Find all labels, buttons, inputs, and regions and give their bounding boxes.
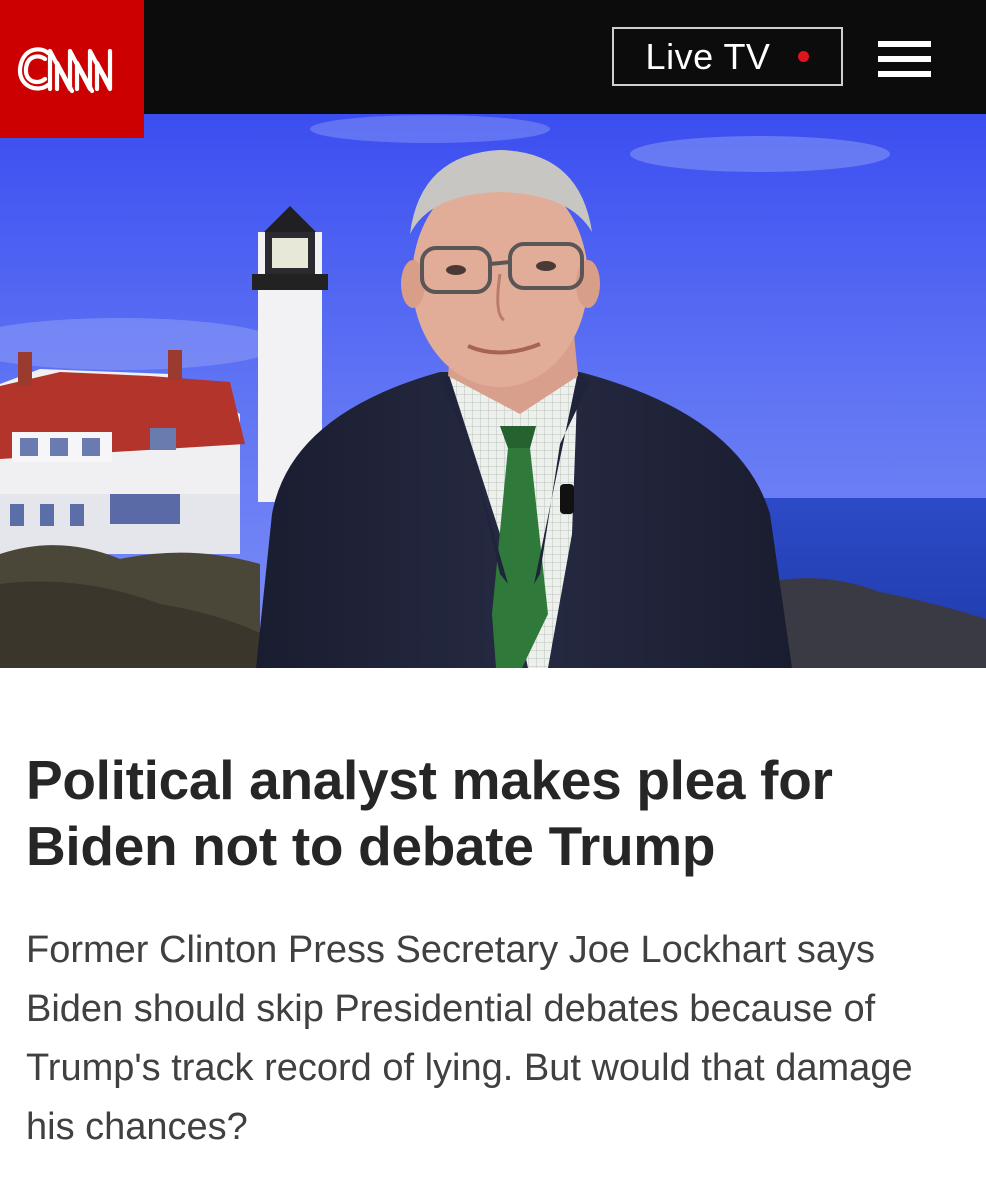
hero-video-still[interactable] (0, 114, 986, 668)
article-headline[interactable]: Political analyst makes plea for Biden n… (26, 747, 966, 879)
live-indicator-dot-icon (798, 51, 810, 62)
article-description: Former Clinton Press Secretary Joe Lockh… (26, 929, 913, 1148)
live-tv-button[interactable]: Live TV (612, 27, 843, 86)
live-tv-label: Live TV (645, 35, 771, 77)
menu-line-icon (878, 71, 931, 77)
cnn-logo[interactable] (0, 0, 144, 138)
analyst-portrait-image (0, 114, 986, 668)
cnn-logo-icon (17, 47, 113, 94)
menu-line-icon (878, 41, 931, 47)
menu-line-icon (878, 56, 931, 62)
hamburger-menu-button[interactable] (878, 41, 931, 77)
